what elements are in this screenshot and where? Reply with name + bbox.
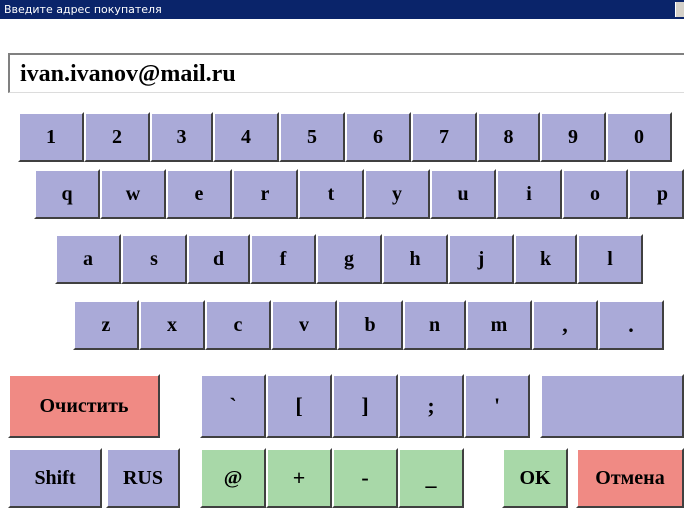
- key-p[interactable]: p: [628, 169, 684, 219]
- key-space[interactable]: [540, 374, 684, 438]
- key-l[interactable]: l: [577, 234, 643, 284]
- lang-toggle-button[interactable]: RUS: [106, 448, 180, 508]
- title-bar: Введите адрес покупателя: [0, 0, 684, 19]
- key-left-bracket[interactable]: [: [266, 374, 332, 438]
- email-field[interactable]: ivan.ivanov@mail.ru: [8, 53, 684, 93]
- shift-button[interactable]: Shift: [8, 448, 102, 508]
- key-1[interactable]: 1: [18, 112, 84, 162]
- key-semicolon[interactable]: ;: [398, 374, 464, 438]
- key-u[interactable]: u: [430, 169, 496, 219]
- key-underscore[interactable]: _: [398, 448, 464, 508]
- key-t[interactable]: t: [298, 169, 364, 219]
- key-period[interactable]: .: [598, 300, 664, 350]
- key-6[interactable]: 6: [345, 112, 411, 162]
- key-g[interactable]: g: [316, 234, 382, 284]
- key-d[interactable]: d: [187, 234, 250, 284]
- cancel-button[interactable]: Отмена: [576, 448, 684, 508]
- key-q[interactable]: q: [34, 169, 100, 219]
- ok-button[interactable]: OK: [502, 448, 568, 508]
- key-n[interactable]: n: [403, 300, 466, 350]
- key-b[interactable]: b: [337, 300, 403, 350]
- key-h[interactable]: h: [382, 234, 448, 284]
- key-right-bracket[interactable]: ]: [332, 374, 398, 438]
- key-at[interactable]: @: [200, 448, 266, 508]
- key-8[interactable]: 8: [477, 112, 540, 162]
- key-comma[interactable]: ,: [532, 300, 598, 350]
- key-a[interactable]: a: [55, 234, 121, 284]
- key-w[interactable]: w: [100, 169, 166, 219]
- key-plus[interactable]: +: [266, 448, 332, 508]
- key-backtick[interactable]: `: [200, 374, 266, 438]
- title-bar-button[interactable]: [675, 2, 684, 17]
- key-2[interactable]: 2: [84, 112, 150, 162]
- clear-button[interactable]: Очистить: [8, 374, 160, 438]
- email-value: ivan.ivanov@mail.ru: [20, 61, 236, 87]
- key-o[interactable]: o: [562, 169, 628, 219]
- key-m[interactable]: m: [466, 300, 532, 350]
- key-x[interactable]: x: [139, 300, 205, 350]
- window-title: Введите адрес покупателя: [4, 3, 162, 16]
- key-k[interactable]: k: [514, 234, 577, 284]
- key-r[interactable]: r: [232, 169, 298, 219]
- key-minus[interactable]: -: [332, 448, 398, 508]
- key-s[interactable]: s: [121, 234, 187, 284]
- key-j[interactable]: j: [448, 234, 514, 284]
- key-4[interactable]: 4: [213, 112, 279, 162]
- key-y[interactable]: y: [364, 169, 430, 219]
- key-f[interactable]: f: [250, 234, 316, 284]
- key-e[interactable]: e: [166, 169, 232, 219]
- key-7[interactable]: 7: [411, 112, 477, 162]
- key-z[interactable]: z: [73, 300, 139, 350]
- key-v[interactable]: v: [271, 300, 337, 350]
- key-3[interactable]: 3: [150, 112, 213, 162]
- key-9[interactable]: 9: [540, 112, 606, 162]
- key-i[interactable]: i: [496, 169, 562, 219]
- key-5[interactable]: 5: [279, 112, 345, 162]
- key-apostrophe[interactable]: ': [464, 374, 530, 438]
- key-0[interactable]: 0: [606, 112, 672, 162]
- key-c[interactable]: c: [205, 300, 271, 350]
